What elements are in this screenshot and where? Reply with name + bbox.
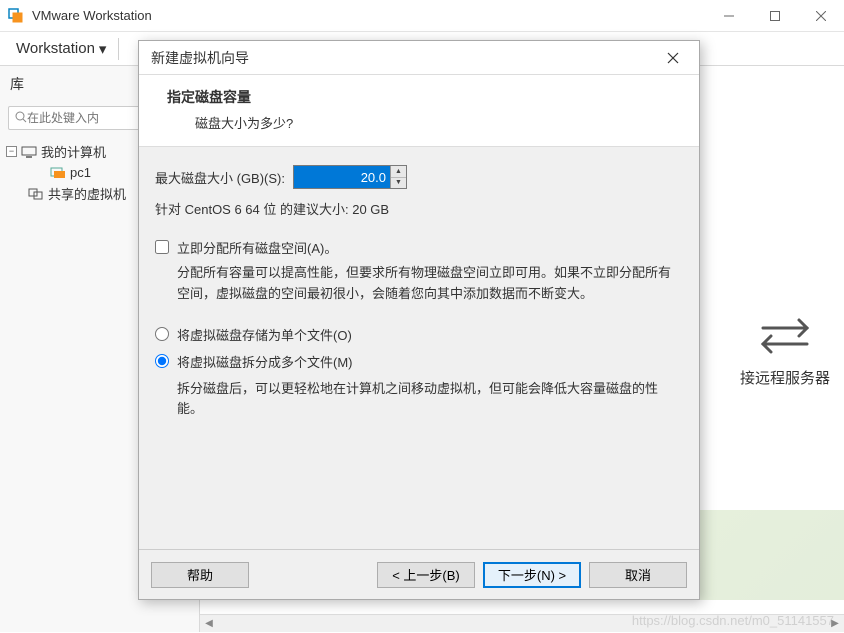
horizontal-scrollbar[interactable]: ◀ ▶ [200, 614, 844, 632]
next-button[interactable]: 下一步(N) > [483, 562, 581, 588]
window-title: VMware Workstation [32, 8, 706, 23]
search-icon [15, 111, 27, 126]
menu-divider [118, 38, 119, 60]
minimize-button[interactable] [706, 0, 752, 32]
vm-icon [50, 166, 66, 180]
dialog-titlebar: 新建虚拟机向导 [139, 41, 699, 75]
allocate-now-label: 立即分配所有磁盘空间(A)。 [177, 238, 337, 257]
cancel-button[interactable]: 取消 [589, 562, 687, 588]
back-button[interactable]: < 上一步(B) [377, 562, 475, 588]
dialog-header: 指定磁盘容量 磁盘大小为多少? [139, 75, 699, 147]
tree-label: pc1 [70, 165, 91, 180]
disk-single-file-radio[interactable] [155, 327, 169, 341]
scroll-left-icon[interactable]: ◀ [200, 615, 218, 633]
allocate-now-description: 分配所有容量可以提高性能，但要求所有物理磁盘空间立即可用。如果不立即分配所有空间… [177, 263, 675, 305]
spinner-up-icon[interactable]: ▲ [391, 166, 406, 178]
collapse-icon[interactable]: − [6, 146, 17, 157]
shared-vm-icon [28, 187, 44, 201]
allocate-now-checkbox[interactable] [155, 240, 169, 254]
vmware-logo-icon [8, 8, 24, 24]
disk-split-description: 拆分磁盘后，可以更轻松地在计算机之间移动虚拟机，但可能会降低大容量磁盘的性能。 [177, 379, 675, 421]
remote-server-tile[interactable]: 接远程服务器 [740, 316, 830, 388]
dialog-body: 最大磁盘大小 (GB)(S): ▲ ▼ 针对 CentOS 6 64 位 的建议… [139, 147, 699, 549]
transfer-icon [757, 316, 813, 359]
computer-icon [21, 145, 37, 159]
max-disk-size-row: 最大磁盘大小 (GB)(S): ▲ ▼ [155, 165, 675, 189]
close-button[interactable] [798, 0, 844, 32]
maximize-button[interactable] [752, 0, 798, 32]
dialog-heading: 指定磁盘容量 [167, 87, 679, 107]
scroll-right-icon[interactable]: ▶ [826, 615, 844, 633]
tree-label: 我的计算机 [41, 142, 106, 161]
dialog-footer: 帮助 < 上一步(B) 下一步(N) > 取消 [139, 549, 699, 599]
spinner-down-icon[interactable]: ▼ [391, 178, 406, 189]
max-disk-size-label: 最大磁盘大小 (GB)(S): [155, 168, 285, 187]
help-button[interactable]: 帮助 [151, 562, 249, 588]
max-disk-size-spinner[interactable]: ▲ ▼ [293, 165, 407, 189]
dialog-close-button[interactable] [659, 44, 687, 72]
new-vm-wizard-dialog: 新建虚拟机向导 指定磁盘容量 磁盘大小为多少? 最大磁盘大小 (GB)(S): … [138, 40, 700, 600]
remote-server-label: 接远程服务器 [740, 367, 830, 388]
workstation-menu-label: Workstation [16, 40, 95, 57]
disk-split-file-radio[interactable] [155, 354, 169, 368]
disk-single-file-row[interactable]: 将虚拟磁盘存储为单个文件(O) [155, 325, 675, 344]
scroll-track[interactable] [218, 615, 826, 632]
recommended-size-text: 针对 CentOS 6 64 位 的建议大小: 20 GB [155, 199, 675, 218]
chevron-down-icon: ▾ [99, 40, 107, 58]
allocate-now-row[interactable]: 立即分配所有磁盘空间(A)。 [155, 238, 675, 257]
window-titlebar: VMware Workstation [0, 0, 844, 32]
disk-single-file-label: 将虚拟磁盘存储为单个文件(O) [177, 325, 352, 344]
workstation-menu[interactable]: Workstation ▾ [10, 36, 112, 62]
max-disk-size-input[interactable] [294, 166, 390, 188]
dialog-title: 新建虚拟机向导 [151, 48, 659, 68]
disk-split-file-row[interactable]: 将虚拟磁盘拆分成多个文件(M) [155, 352, 675, 371]
dialog-subheading: 磁盘大小为多少? [195, 113, 679, 132]
disk-split-file-label: 将虚拟磁盘拆分成多个文件(M) [177, 352, 353, 371]
tree-label: 共享的虚拟机 [48, 184, 126, 203]
